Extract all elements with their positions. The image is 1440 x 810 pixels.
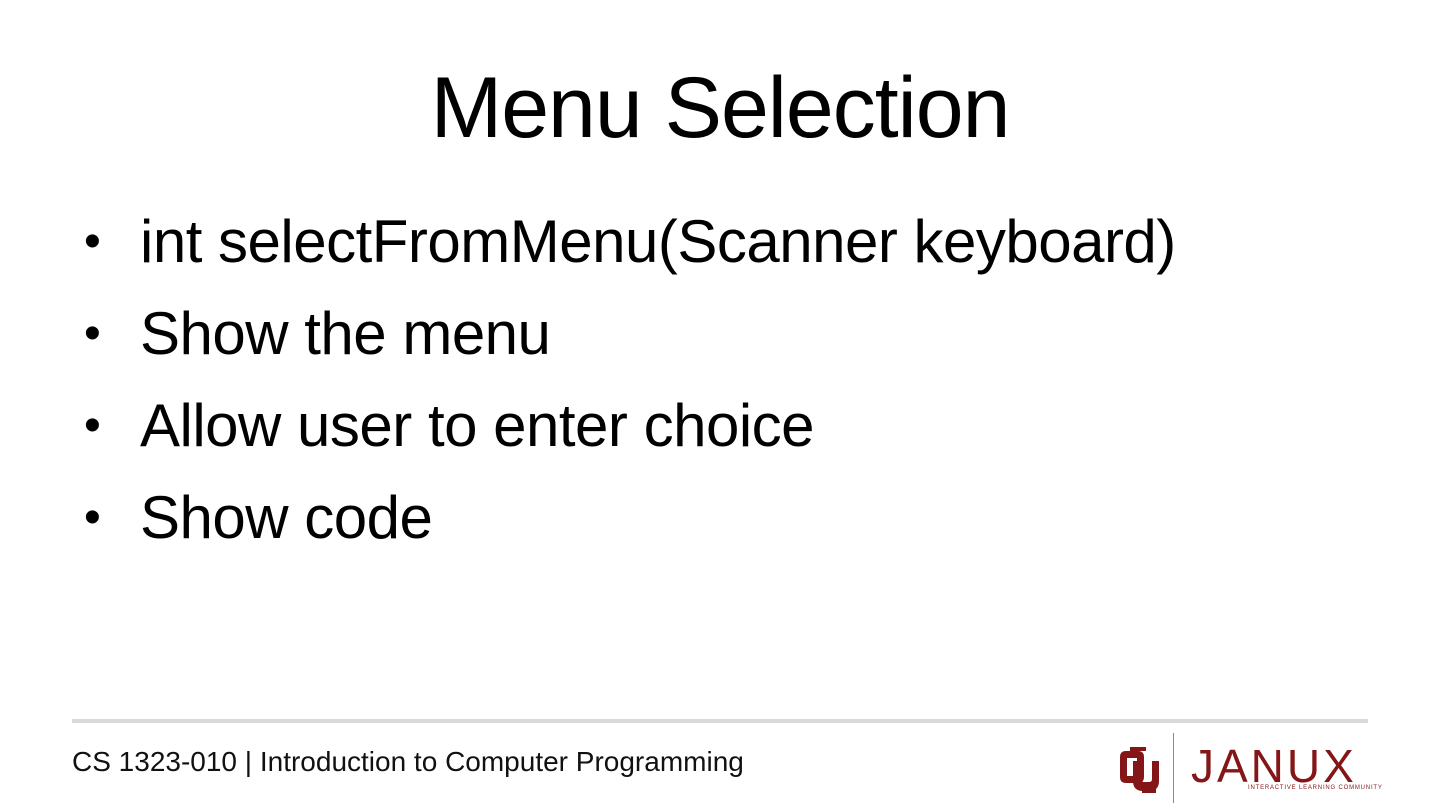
janux-wordmark: JANUX [1191,740,1357,792]
slide: Menu Selection • int selectFromMenu(Scan… [0,0,1440,810]
bullet-marker: • [84,307,101,360]
bullet-text: int selectFromMenu(Scanner keyboard) [140,208,1176,275]
course-label: CS 1323-010 | Introduction to Computer P… [72,746,744,777]
footer-divider [72,719,1368,723]
bullet-text: Allow user to enter choice [140,392,815,459]
slide-title: Menu Selection [430,60,1011,156]
janux-tagline: INTERACTIVE LEARNING COMMUNITY [1248,785,1383,791]
bullet-text: Show the menu [140,300,551,367]
bullet-text: Show code [140,484,433,551]
bullet-marker: • [84,399,101,452]
logo-divider [1173,733,1174,803]
ou-interlocking-logo-icon [1120,747,1159,793]
janux-logo: JANUX INTERACTIVE LEARNING COMMUNITY [1112,733,1382,803]
bullet-marker: • [84,215,101,268]
bullet-marker: • [84,491,101,544]
